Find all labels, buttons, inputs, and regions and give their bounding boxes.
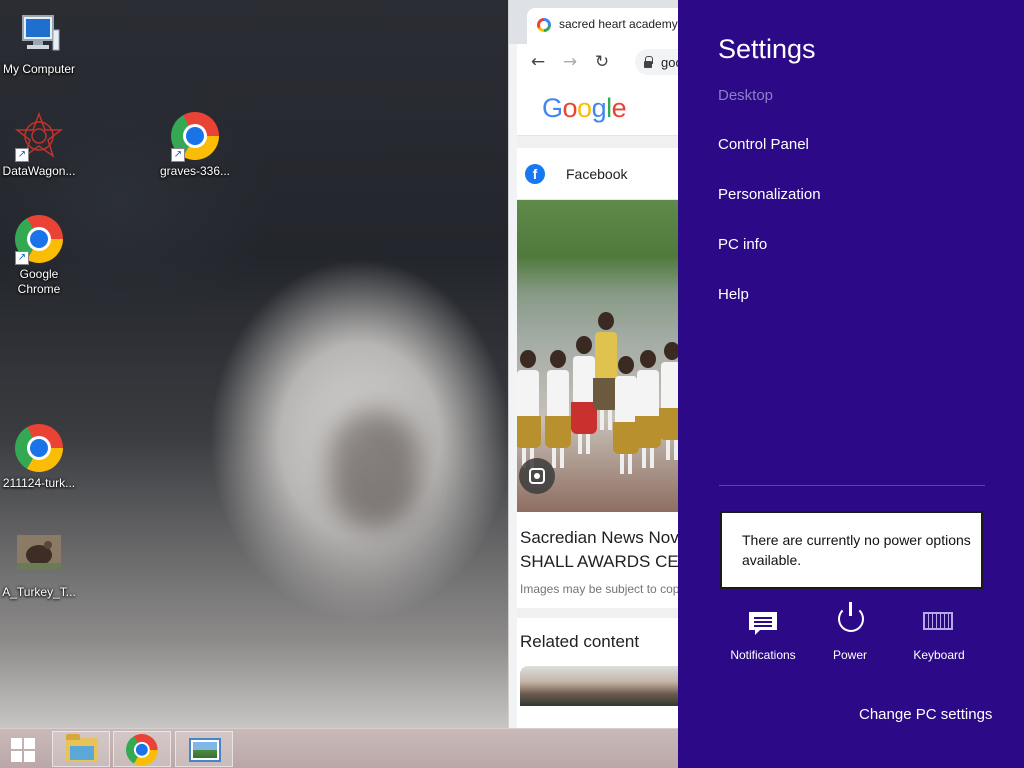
web-page: Google f Facebook Sacredian News Nov SHA… [517, 80, 680, 728]
desktop-icon-label: My Computer [2, 62, 76, 76]
power-button[interactable]: Power [805, 602, 895, 662]
facebook-icon: f [525, 163, 545, 184]
related-content-heading: Related content [520, 632, 640, 651]
tab-title: sacred heart academy [559, 17, 678, 31]
settings-link-help[interactable]: Help [718, 286, 749, 303]
desktop-icon-211124-turk[interactable]: 211124-turk... [0, 424, 78, 491]
article-title[interactable]: Sacredian News Nov SHALL AWARDS CER [517, 512, 680, 574]
desktop-icon-a-turkey[interactable]: A_Turkey_T... [0, 533, 78, 600]
related-content-thumbnail[interactable] [520, 666, 680, 706]
quick-action-label: Keyboard [913, 648, 965, 662]
chrome-icon: ↗ [171, 112, 219, 162]
google-logo[interactable]: Google [517, 80, 680, 136]
google-logo-letter: g [591, 93, 607, 123]
settings-link-personalization[interactable]: Personalization [718, 186, 821, 203]
settings-context-label: Desktop [718, 87, 774, 104]
address-bar[interactable]: goo [635, 49, 680, 75]
source-label: Facebook [566, 165, 628, 182]
desktop-icon-my-computer[interactable]: My Computer [0, 10, 78, 77]
turkey-photo-icon [15, 533, 63, 581]
settings-link-pc-info[interactable]: PC info [718, 236, 767, 253]
divider [719, 485, 985, 486]
desktop-icon-google-chrome[interactable]: ↗ Google Chrome [0, 215, 78, 297]
desktop-icon-label: 211124-turk... [2, 476, 76, 490]
chrome-icon [15, 424, 63, 472]
windows-start-icon[interactable] [6, 735, 40, 765]
browser-toolbar: ← → ↻ goo [517, 44, 680, 80]
desktop-icon-label: Google Chrome [17, 267, 61, 296]
lock-icon [643, 56, 653, 68]
chrome-icon: ↗ [15, 215, 63, 265]
shortcut-arrow-icon: ↗ [171, 148, 185, 162]
google-favicon-icon [537, 18, 551, 32]
desktop-icon-datawagon[interactable]: ↗ DataWagon... [0, 111, 78, 179]
desktop-icon-label: DataWagon... [2, 164, 76, 178]
source-row[interactable]: f Facebook [517, 148, 680, 200]
folder-icon [66, 734, 98, 762]
desktop-icon-graves[interactable]: ↗ graves-336... [156, 112, 234, 179]
desktop-icon-label: graves-336... [159, 164, 231, 178]
shortcut-arrow-icon: ↗ [15, 148, 29, 162]
taskbar-google-chrome[interactable] [113, 731, 171, 767]
image-preview[interactable] [517, 200, 680, 512]
google-logo-letter: o [562, 93, 578, 123]
keyboard-button[interactable]: Keyboard [894, 606, 984, 662]
google-logo-letter: e [611, 93, 627, 123]
google-logo-letter: o [577, 93, 592, 123]
article-title-line: Sacredian News Nov [520, 528, 679, 547]
change-pc-settings-link[interactable]: Change PC settings [859, 706, 992, 723]
taskbar-file-explorer[interactable] [52, 731, 110, 767]
quick-action-label: Notifications [730, 648, 796, 662]
chrome-icon [126, 734, 158, 766]
settings-charm-panel: Settings Desktop Control Panel Personali… [678, 0, 1024, 768]
google-lens-icon[interactable] [519, 458, 555, 494]
image-copyright-note: Images may be subject to cop [520, 582, 680, 596]
divider [517, 608, 680, 618]
power-options-flyout: There are currently no power options ava… [720, 511, 983, 589]
quick-action-label: Power [832, 648, 867, 662]
settings-link-control-panel[interactable]: Control Panel [718, 136, 809, 153]
datawagon-icon: ↗ [14, 111, 64, 162]
notifications-icon [749, 612, 777, 635]
google-logo-letter: G [542, 93, 563, 123]
taskbar-photo-viewer[interactable] [175, 731, 233, 767]
taskbar [0, 728, 680, 768]
power-icon [838, 602, 864, 632]
tab-strip: sacred heart academy [509, 0, 680, 44]
desktop-icon-label: A_Turkey_T... [2, 585, 76, 599]
settings-title: Settings [718, 34, 816, 64]
divider [517, 136, 680, 148]
shortcut-arrow-icon: ↗ [15, 251, 29, 265]
browser-window: sacred heart academy ← → ↻ goo Google f … [508, 0, 680, 728]
forward-arrow-icon[interactable]: → [559, 51, 581, 73]
browser-tab[interactable]: sacred heart academy [527, 8, 680, 44]
computer-icon [15, 10, 63, 58]
article-title-line: SHALL AWARDS CER [520, 552, 680, 571]
keyboard-icon [923, 612, 953, 630]
reload-icon[interactable]: ↻ [591, 51, 613, 73]
notifications-button[interactable]: Notifications [718, 606, 808, 662]
photo-viewer-icon [189, 738, 221, 762]
back-arrow-icon[interactable]: ← [527, 51, 549, 73]
